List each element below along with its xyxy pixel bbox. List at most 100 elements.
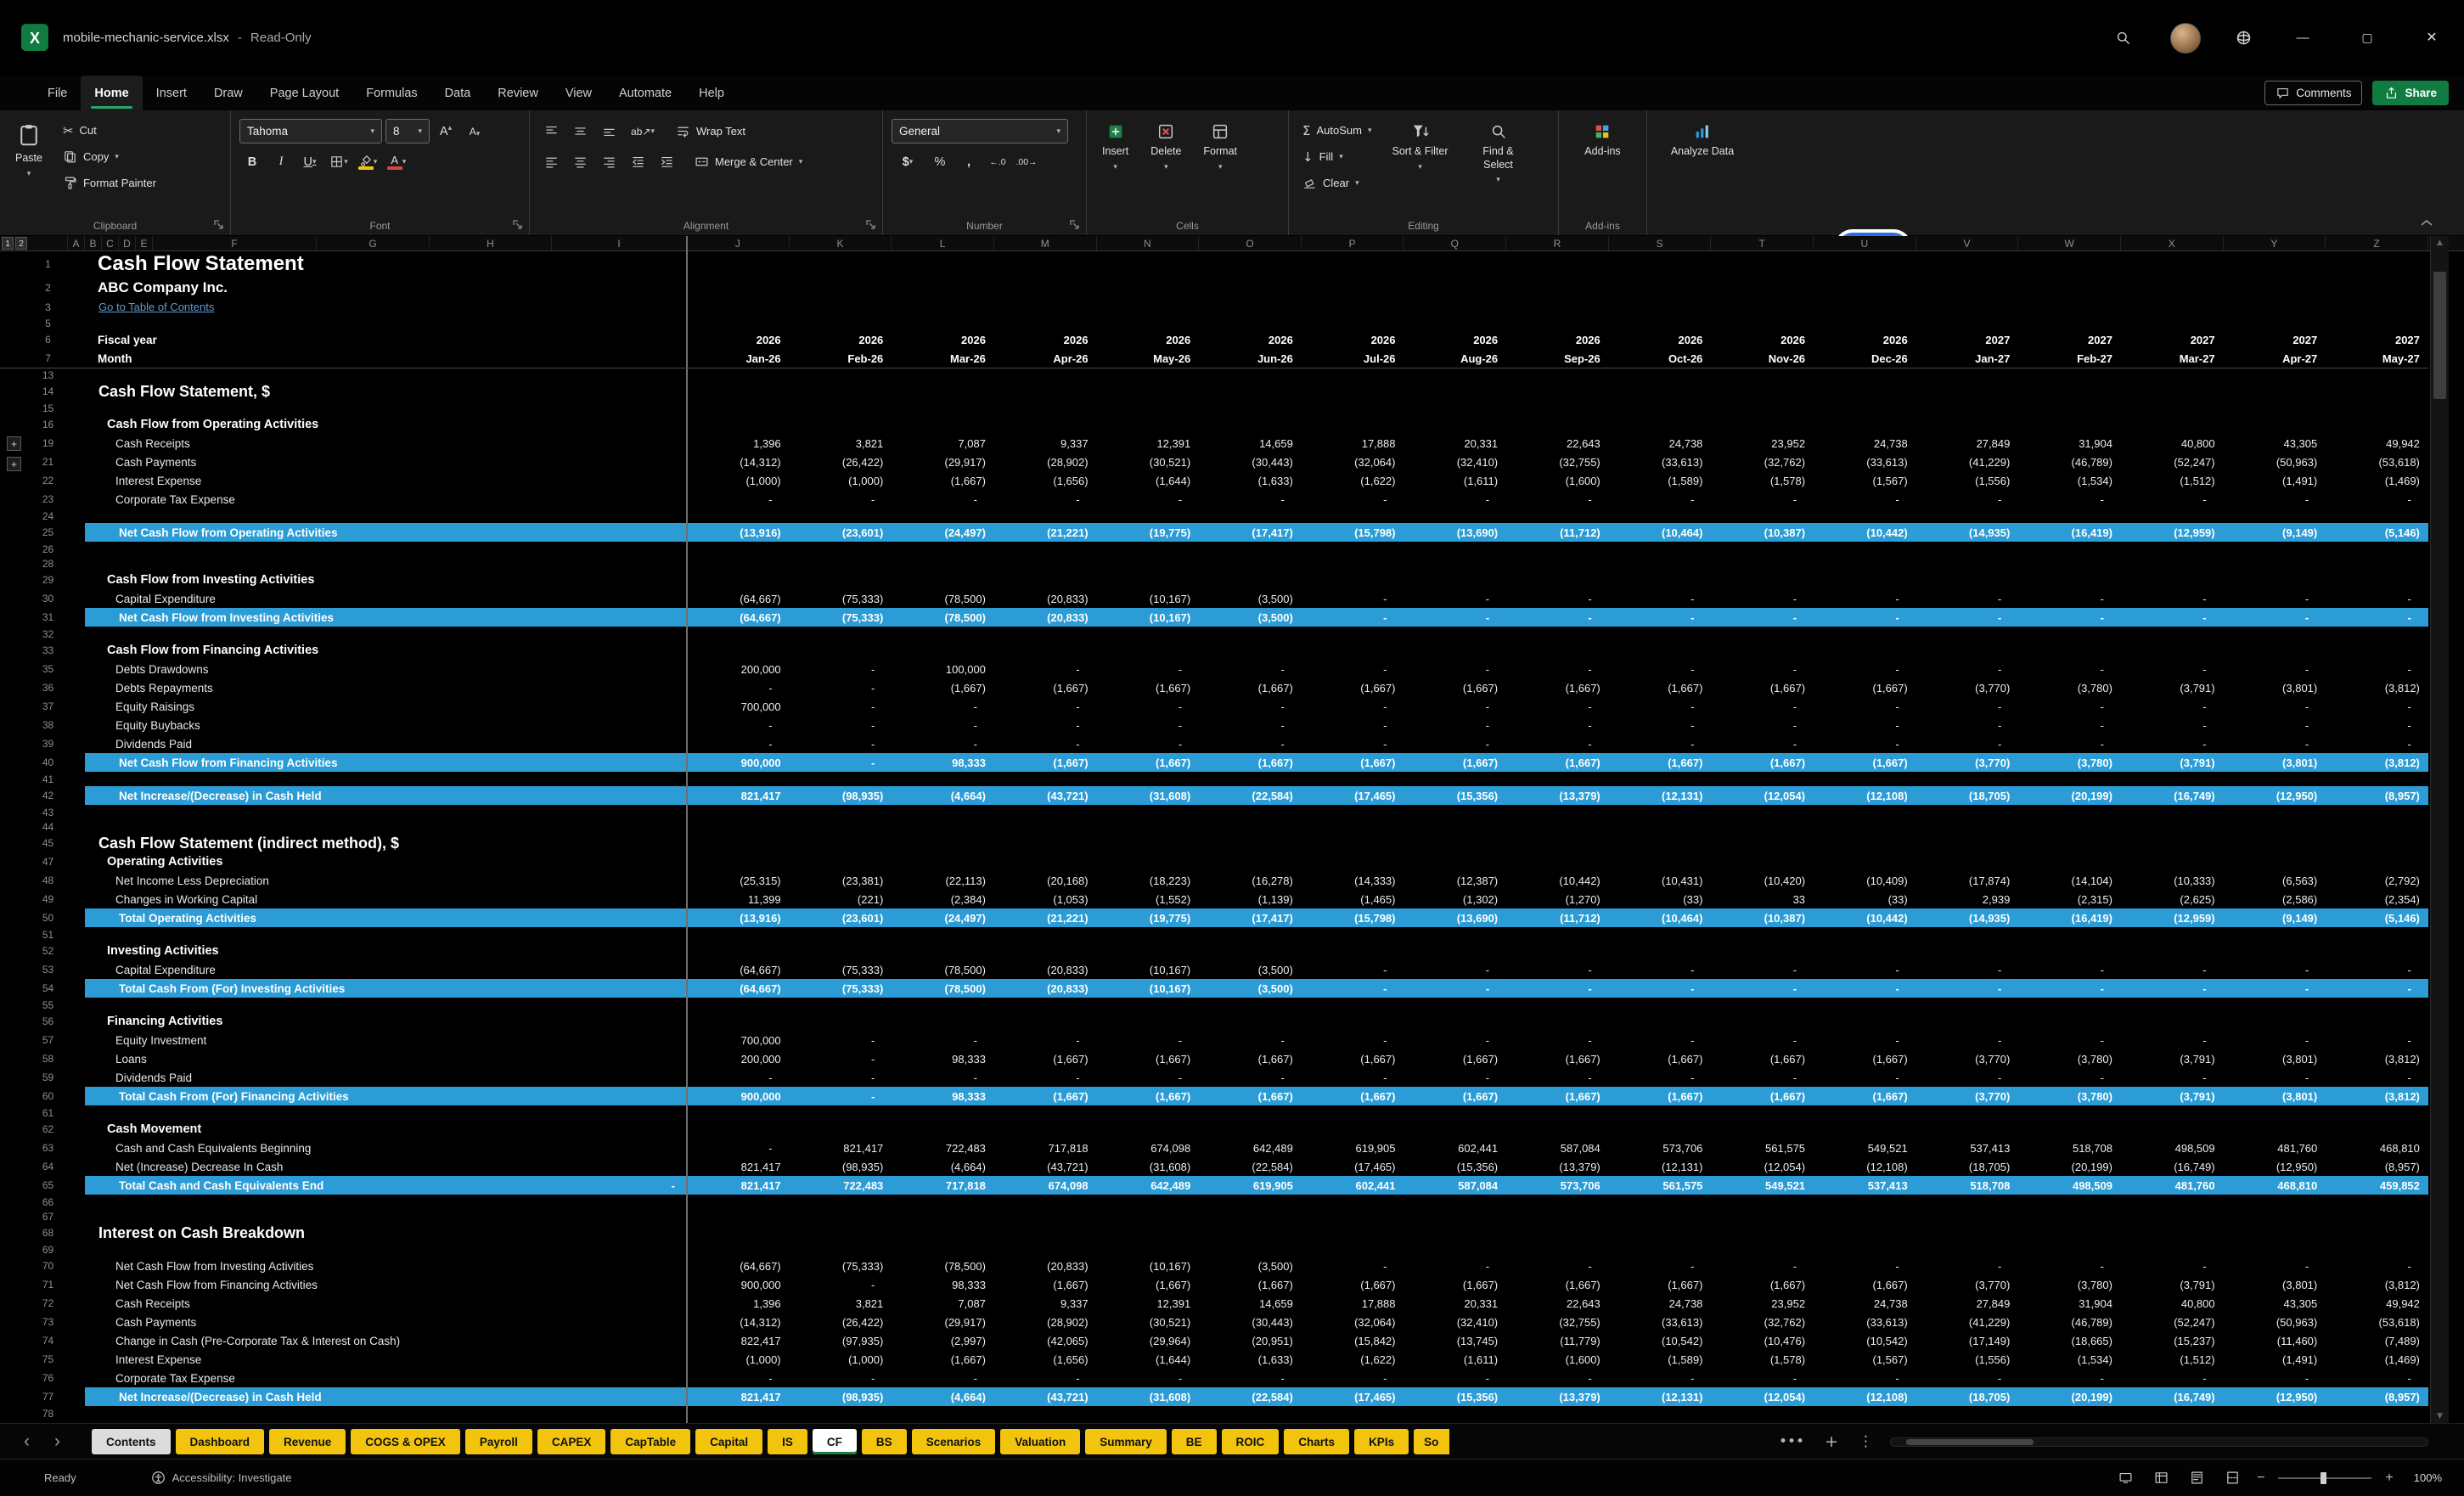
cell-K63[interactable]: 821,417 — [790, 1139, 892, 1157]
comments-button[interactable]: Comments — [2264, 81, 2362, 105]
cell-Z54[interactable]: - — [2326, 979, 2428, 998]
cell-J6[interactable]: 2026 — [687, 330, 790, 349]
cell-T77[interactable]: (12,054) — [1711, 1387, 1814, 1406]
cell-V7[interactable]: Jan-27 — [1916, 349, 2019, 368]
align-middle-button[interactable] — [567, 119, 593, 143]
clear-button[interactable]: Clear▾ — [1297, 172, 1377, 194]
cell-V59[interactable]: - — [1916, 1068, 2019, 1087]
cell-label-52[interactable]: Investing Activities — [68, 942, 687, 960]
row-header-24[interactable]: 24 — [28, 509, 68, 523]
cell-V42[interactable]: (18,705) — [1916, 786, 2019, 805]
cell-U50[interactable]: (10,442) — [1814, 908, 1916, 927]
cell-R77[interactable]: (13,379) — [1506, 1387, 1609, 1406]
cell-X31[interactable]: - — [2121, 608, 2224, 627]
cut-button[interactable]: ✂Cut — [58, 119, 161, 142]
cell-R71[interactable]: (1,667) — [1506, 1275, 1609, 1294]
cell-Q76[interactable]: - — [1404, 1369, 1506, 1387]
cell-Q38[interactable]: - — [1404, 716, 1506, 734]
cell-label-54[interactable]: Total Cash From (For) Investing Activiti… — [68, 979, 687, 998]
cell-L75[interactable]: (1,667) — [892, 1350, 994, 1369]
cell-Q71[interactable]: (1,667) — [1404, 1275, 1506, 1294]
cell-label-42[interactable]: Net Increase/(Decrease) in Cash Held — [68, 786, 687, 805]
number-dialog-launcher[interactable] — [1069, 219, 1080, 230]
cell-J19[interactable]: 1,396 — [687, 434, 790, 453]
column-header-J[interactable]: J — [687, 236, 790, 250]
row-header-42[interactable]: 42 — [28, 786, 68, 805]
cell-V73[interactable]: (41,229) — [1916, 1313, 2019, 1331]
search-button[interactable] — [2104, 19, 2141, 56]
cell-Y74[interactable]: (11,460) — [2224, 1331, 2326, 1350]
cell-L54[interactable]: (78,500) — [892, 979, 994, 998]
cell-T23[interactable]: - — [1711, 490, 1814, 509]
cell-Q57[interactable]: - — [1404, 1031, 1506, 1049]
cell-Z30[interactable]: - — [2326, 589, 2428, 608]
cell-label-53[interactable]: Capital Expenditure — [68, 960, 687, 979]
row-header-76[interactable]: 76 — [28, 1369, 68, 1387]
cell-T25[interactable]: (10,387) — [1711, 523, 1814, 542]
cell-P25[interactable]: (15,798) — [1302, 523, 1404, 542]
cell-Q21[interactable]: (32,410) — [1404, 453, 1506, 471]
cell-label-55[interactable] — [68, 998, 687, 1012]
cell-V35[interactable]: - — [1916, 660, 2019, 678]
cell-Z60[interactable]: (3,812) — [2326, 1087, 2428, 1105]
cell-X23[interactable]: - — [2121, 490, 2224, 509]
cell-P40[interactable]: (1,667) — [1302, 753, 1404, 772]
cell-K76[interactable]: - — [790, 1369, 892, 1387]
cell-P31[interactable]: - — [1302, 608, 1404, 627]
cell-N76[interactable]: - — [1097, 1369, 1200, 1387]
outline-expand-button[interactable]: + — [7, 457, 21, 471]
fill-color-button[interactable]: ▾ — [355, 149, 380, 174]
cell-S49[interactable]: (33) — [1609, 890, 1712, 908]
cell-M53[interactable]: (20,833) — [994, 960, 1097, 979]
menu-help[interactable]: Help — [685, 76, 738, 110]
cell-V22[interactable]: (1,556) — [1916, 471, 2019, 490]
cell-Y36[interactable]: (3,801) — [2224, 678, 2326, 697]
cell-R50[interactable]: (11,712) — [1506, 908, 1609, 927]
cell-L23[interactable]: - — [892, 490, 994, 509]
cell-M19[interactable]: 9,337 — [994, 434, 1097, 453]
cell-V49[interactable]: 2,939 — [1916, 890, 2019, 908]
cell-label-3[interactable]: Go to Table of Contents — [68, 298, 687, 316]
cell-K65[interactable]: 722,483 — [790, 1176, 892, 1195]
cell-J73[interactable]: (14,312) — [687, 1313, 790, 1331]
cell-label-67[interactable] — [68, 1209, 687, 1223]
cell-U71[interactable]: (1,667) — [1814, 1275, 1916, 1294]
cell-S76[interactable]: - — [1609, 1369, 1712, 1387]
cell-L38[interactable]: - — [892, 716, 994, 734]
sheet-tab-kpis[interactable]: KPIs — [1354, 1429, 1409, 1454]
cell-U38[interactable]: - — [1814, 716, 1916, 734]
cell-U36[interactable]: (1,667) — [1814, 678, 1916, 697]
sheet-tab-charts[interactable]: Charts — [1284, 1429, 1349, 1454]
cell-N75[interactable]: (1,644) — [1097, 1350, 1200, 1369]
row-header-58[interactable]: 58 — [28, 1049, 68, 1068]
cell-Y65[interactable]: 468,810 — [2224, 1176, 2326, 1195]
cell-I65[interactable]: - — [672, 1179, 687, 1192]
row-header-26[interactable]: 26 — [28, 542, 68, 556]
cell-V72[interactable]: 27,849 — [1916, 1294, 2019, 1313]
column-header-T[interactable]: T — [1711, 236, 1814, 250]
cell-T73[interactable]: (32,762) — [1711, 1313, 1814, 1331]
cell-Y70[interactable]: - — [2224, 1257, 2326, 1275]
cell-S31[interactable]: - — [1609, 608, 1712, 627]
cell-V74[interactable]: (17,149) — [1916, 1331, 2019, 1350]
cell-V53[interactable]: - — [1916, 960, 2019, 979]
cell-V63[interactable]: 537,413 — [1916, 1139, 2019, 1157]
cell-label-74[interactable]: Change in Cash (Pre-Corporate Tax & Inte… — [68, 1331, 687, 1350]
cell-O49[interactable]: (1,139) — [1199, 890, 1302, 908]
cell-Q50[interactable]: (13,690) — [1404, 908, 1506, 927]
cell-X54[interactable]: - — [2121, 979, 2224, 998]
cell-P77[interactable]: (17,465) — [1302, 1387, 1404, 1406]
cell-J31[interactable]: (64,667) — [687, 608, 790, 627]
addins-button[interactable]: Add-ins — [1578, 119, 1627, 215]
scroll-up-arrow[interactable]: ▲ — [2431, 239, 2449, 247]
cell-K38[interactable]: - — [790, 716, 892, 734]
cell-Z19[interactable]: 49,942 — [2326, 434, 2428, 453]
cell-U42[interactable]: (12,108) — [1814, 786, 1916, 805]
cell-Z36[interactable]: (3,812) — [2326, 678, 2428, 697]
column-header-Y[interactable]: Y — [2224, 236, 2326, 250]
cell-O58[interactable]: (1,667) — [1199, 1049, 1302, 1068]
cell-L76[interactable]: - — [892, 1369, 994, 1387]
merge-center-button[interactable]: Merge & Center▾ — [689, 150, 807, 173]
cell-L37[interactable]: - — [892, 697, 994, 716]
cell-O73[interactable]: (30,443) — [1199, 1313, 1302, 1331]
